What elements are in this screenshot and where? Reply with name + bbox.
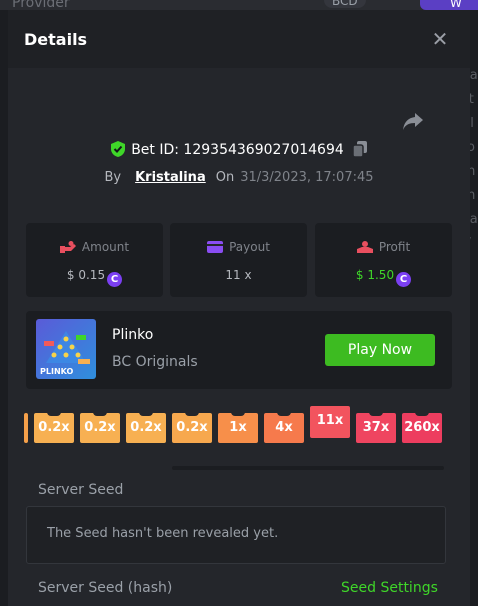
server-seed-value: The Seed hasn't been revealed yet.: [47, 526, 279, 541]
background-currency-chip: BCD: [324, 0, 366, 8]
multiplier-row: 0.2x 0.2x 0.2x 0.2x 1x 4x 11x 37x 260x: [24, 406, 452, 470]
username-link[interactable]: Kristalina: [135, 170, 206, 185]
server-seed-field: The Seed hasn't been revealed yet.: [26, 506, 446, 564]
by-label: By: [104, 170, 122, 185]
profit-label-row: Profit: [315, 240, 452, 254]
stat-payout: Payout 11 x: [170, 223, 307, 297]
coin-icon: C: [396, 272, 412, 287]
server-seed-hash-label: Server Seed (hash): [38, 580, 173, 596]
profit-hand-icon: [356, 241, 373, 253]
bet-id: Bet ID: 129354369027014694: [131, 142, 344, 158]
coin-icon: C: [107, 272, 123, 287]
modal-title: Details: [24, 30, 88, 49]
payout-value-row: 11 x: [170, 268, 307, 282]
amount-value-row: $ 0.15 C: [26, 268, 163, 287]
stat-profit: Profit $ 1.50 C: [315, 223, 452, 297]
bet-meta: By Kristalina On 31/3/2023, 17:07:45: [8, 170, 470, 185]
multiplier-bucket: 0.2x: [172, 412, 212, 443]
play-now-button[interactable]: Play Now: [325, 334, 435, 366]
money-hand-icon: [59, 241, 76, 253]
payout-value: 11 x: [225, 268, 252, 282]
background-header: [0, 0, 478, 10]
profit-value-row: $ 1.50 C: [315, 268, 452, 287]
multiplier-bucket: 0.2x: [34, 412, 74, 443]
amount-value: $ 0.15: [66, 268, 106, 282]
multiplier-bucket: 1x: [218, 412, 258, 443]
profit-label: Profit: [378, 240, 411, 254]
multiplier-bucket: 4x: [264, 412, 304, 443]
close-icon[interactable]: ✕: [429, 28, 451, 50]
bet-id-row: Bet ID: 129354369027014694: [8, 141, 470, 158]
game-thumbnail[interactable]: PLINKO: [36, 319, 96, 379]
game-provider: BC Originals: [112, 354, 198, 370]
multiplier-bucket: 37x: [356, 412, 396, 443]
payout-label-row: Payout: [170, 240, 307, 254]
share-icon[interactable]: [401, 110, 425, 132]
multiplier-bucket: 0.2x: [126, 412, 166, 443]
game-card: PLINKO Plinko BC Originals Play Now: [26, 311, 452, 389]
seed-settings-link[interactable]: Seed Settings: [341, 580, 438, 596]
multiplier-bucket: 260x: [402, 412, 442, 443]
amount-label-row: Amount: [26, 240, 163, 254]
details-modal: Details ✕ Bet ID: 129354369027014694 By K…: [8, 10, 470, 606]
multiplier-track: [172, 466, 444, 470]
bet-stats: Amount $ 0.15 C Payout 11 x Profit $ 1.50…: [26, 223, 452, 297]
stat-amount: Amount $ 0.15 C: [26, 223, 163, 297]
multiplier-bucket: 0.2x: [80, 412, 120, 443]
amount-label: Amount: [81, 240, 130, 254]
payout-label: Payout: [229, 240, 270, 254]
thumb-label: PLINKO: [40, 367, 74, 376]
wallet-icon: [207, 241, 224, 253]
on-label: On: [215, 170, 235, 185]
background-overlay-chip: W: [420, 0, 478, 10]
modal-header: Details ✕: [8, 10, 470, 68]
copy-icon[interactable]: [352, 141, 367, 157]
server-seed-label: Server Seed: [38, 482, 124, 498]
multiplier-bucket: [24, 413, 28, 443]
profit-value: $ 1.50: [355, 268, 395, 282]
bet-date: 31/3/2023, 17:07:45: [240, 170, 374, 185]
game-name: Plinko: [112, 327, 154, 343]
shield-check-icon: [111, 141, 126, 157]
multiplier-bucket: 11x: [310, 406, 350, 438]
